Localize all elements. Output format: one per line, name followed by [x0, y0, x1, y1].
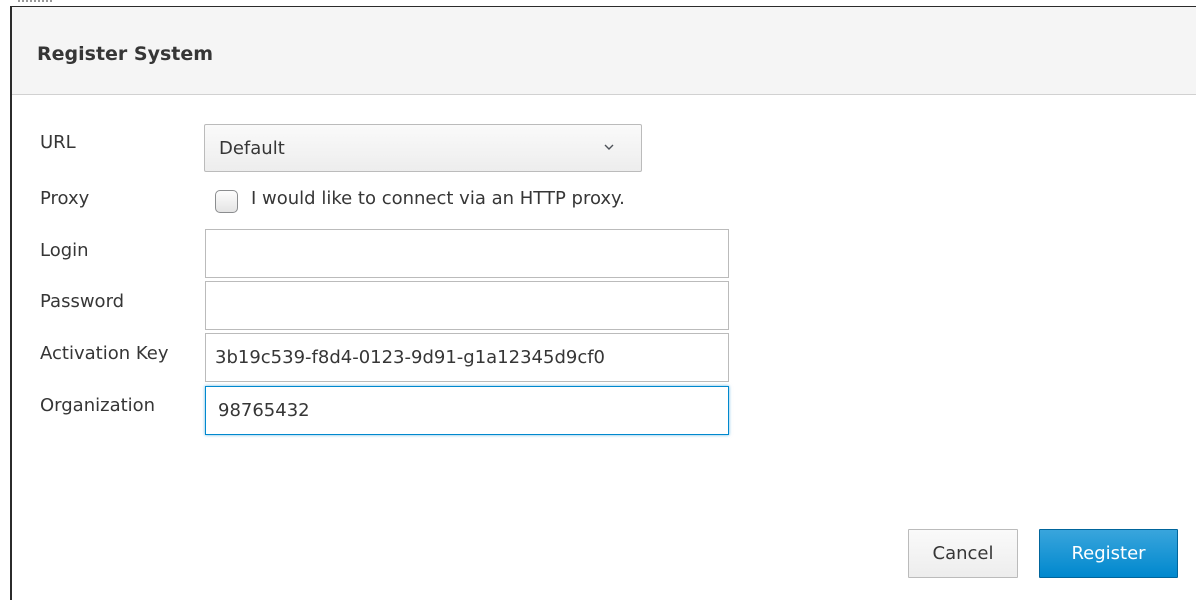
- url-select-value: Default: [219, 138, 285, 159]
- url-select[interactable]: Default: [204, 124, 642, 172]
- login-label: Login: [40, 240, 89, 261]
- organization-field[interactable]: 98765432: [205, 386, 729, 435]
- register-system-dialog: Register System URL Default Proxy I woul…: [10, 6, 1196, 600]
- password-label: Password: [40, 291, 125, 312]
- login-field[interactable]: [205, 229, 729, 278]
- activation-key-label: Activation Key: [40, 343, 169, 364]
- organization-value: 98765432: [218, 400, 310, 421]
- proxy-checkbox[interactable]: [215, 190, 238, 213]
- url-label: URL: [40, 132, 76, 153]
- dialog-title: Register System: [37, 43, 214, 65]
- chevron-down-icon: [604, 144, 614, 150]
- proxy-label: Proxy: [40, 188, 90, 209]
- register-button[interactable]: Register: [1039, 529, 1178, 578]
- dialog-header: Register System: [12, 7, 1196, 95]
- password-field[interactable]: [205, 281, 729, 330]
- activation-key-field[interactable]: 3b19c539-f8d4-0123-9d91-g1a12345d9cf0: [205, 333, 729, 382]
- proxy-checkbox-label[interactable]: I would like to connect via an HTTP prox…: [251, 188, 625, 209]
- cancel-button[interactable]: Cancel: [908, 529, 1018, 578]
- activation-key-value: 3b19c539-f8d4-0123-9d91-g1a12345d9cf0: [215, 347, 606, 368]
- organization-label: Organization: [40, 395, 156, 416]
